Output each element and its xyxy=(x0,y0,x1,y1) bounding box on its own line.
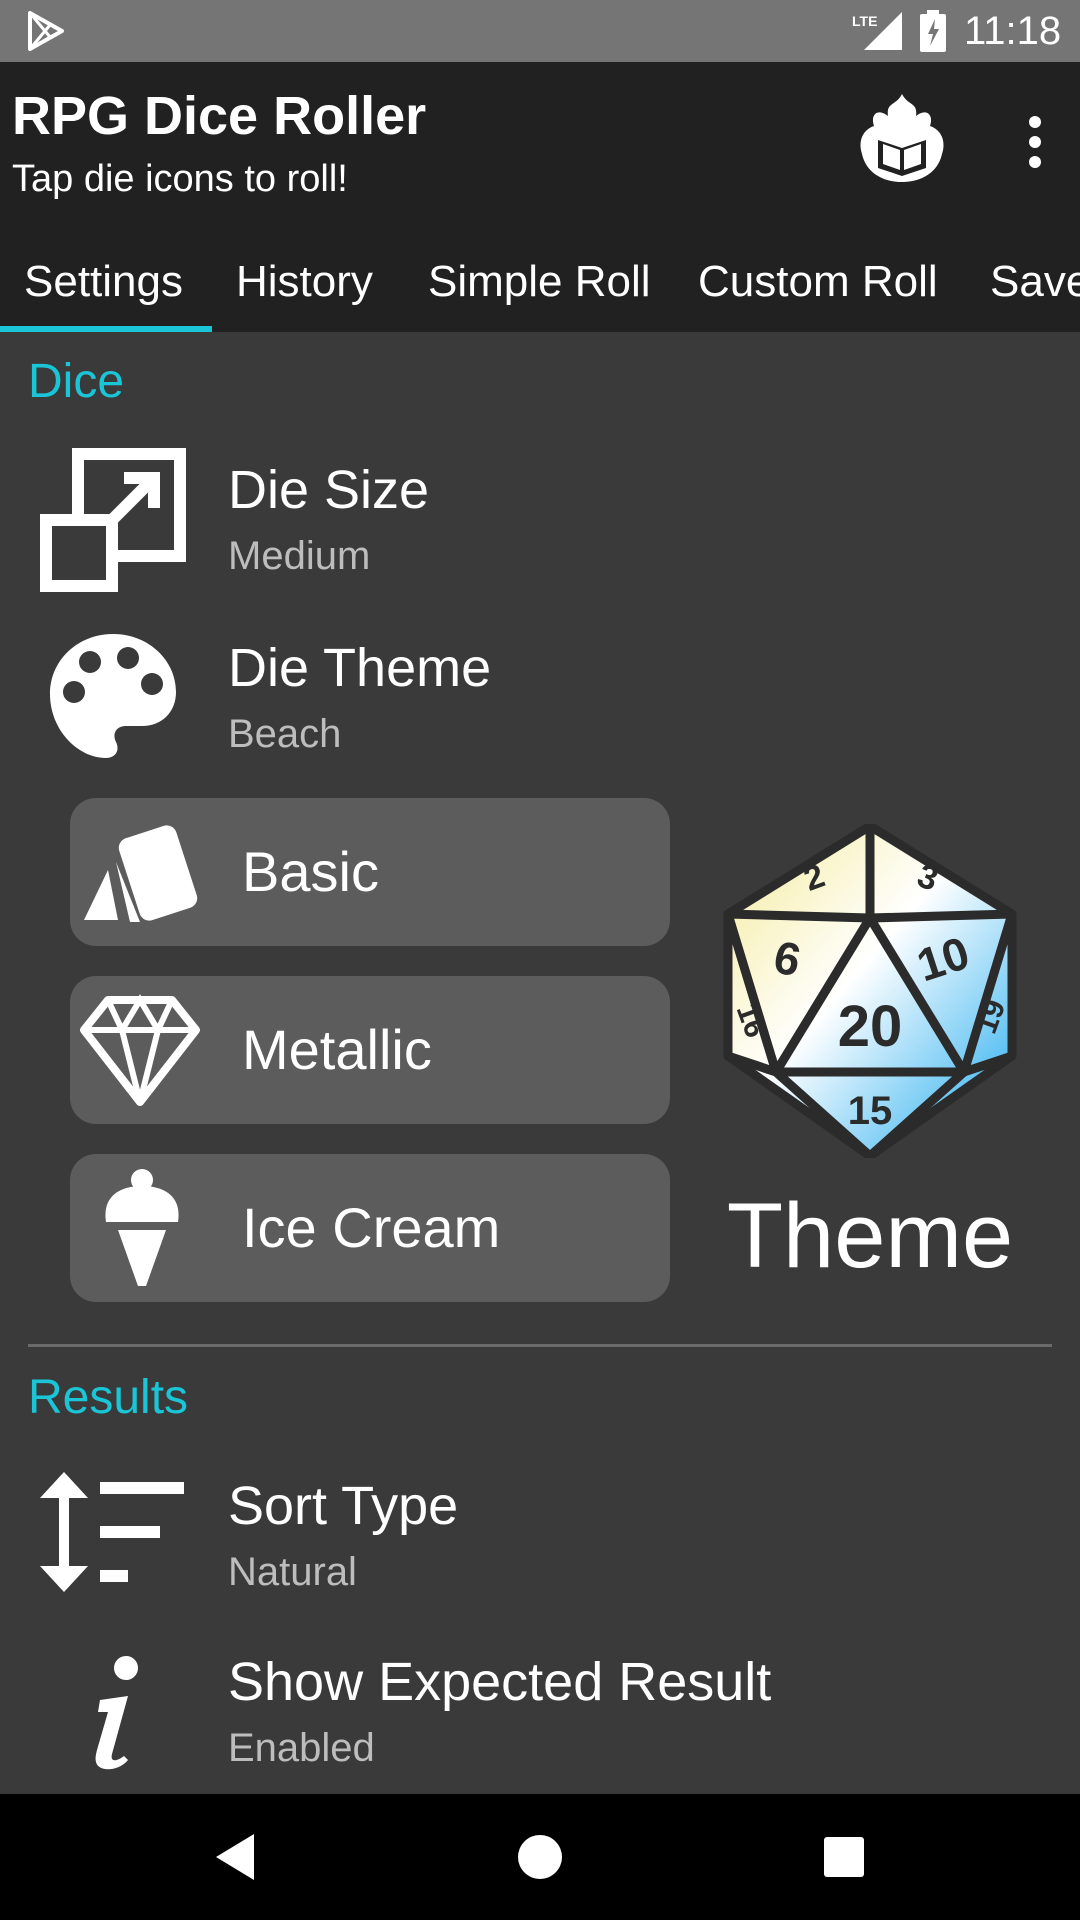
tab-simple-roll[interactable]: Simple Roll xyxy=(428,232,651,332)
app-subtitle: Tap die icons to roll! xyxy=(12,158,348,200)
section-divider xyxy=(28,1344,1052,1347)
die-size-title: Die Size xyxy=(228,460,430,520)
theme-button-basic[interactable]: Basic xyxy=(70,798,670,946)
d20-theme-preview-icon[interactable]: 2 3 6 10 16 20 19 15 xyxy=(722,824,1018,1158)
sort-icon xyxy=(40,1472,184,1592)
recents-icon[interactable] xyxy=(809,1822,879,1892)
theme-button-metallic[interactable]: Metallic xyxy=(70,976,670,1124)
tab-save[interactable]: Save xyxy=(990,232,1080,332)
die-number: 15 xyxy=(848,1089,893,1133)
theme-button-ice-cream[interactable]: Ice Cream xyxy=(70,1154,670,1302)
network-label: LTE xyxy=(852,13,877,29)
settings-list[interactable]: Dice Die Size Medium Die Theme Beach Bas… xyxy=(0,332,1080,1794)
die-theme-title: Die Theme xyxy=(228,638,492,698)
ice-cream-icon xyxy=(105,1169,179,1286)
cards-icon xyxy=(84,825,198,922)
info-icon xyxy=(95,1656,138,1770)
tab-history[interactable]: History xyxy=(236,232,373,332)
theme-button-metallic-label: Metallic xyxy=(242,1018,432,1081)
theme-preview-label: Theme xyxy=(726,1185,1014,1287)
home-icon[interactable] xyxy=(505,1822,575,1892)
diamond-icon xyxy=(80,994,200,1106)
status-bar: LTE 11:18 xyxy=(0,0,1080,62)
resize-icon xyxy=(40,448,186,592)
navigation-bar xyxy=(0,1794,1080,1920)
battery-charging-icon xyxy=(920,10,946,52)
die-theme-summary: Beach xyxy=(228,712,342,756)
status-clock: 11:18 xyxy=(964,9,1062,53)
section-header-dice: Dice xyxy=(28,355,125,408)
back-icon[interactable] xyxy=(200,1822,270,1892)
tab-settings[interactable]: Settings xyxy=(24,232,183,332)
show-expected-result-summary: Enabled xyxy=(228,1726,375,1770)
palette-icon xyxy=(50,634,176,758)
sort-type-title: Sort Type xyxy=(228,1476,459,1536)
play-store-icon xyxy=(28,11,64,51)
tab-custom-roll[interactable]: Custom Roll xyxy=(698,232,938,332)
tab-bar: Settings History Simple Roll Custom Roll… xyxy=(0,232,1080,332)
sort-type-summary: Natural xyxy=(228,1550,357,1594)
brand-flame-book-icon[interactable] xyxy=(856,92,948,184)
die-number: 20 xyxy=(838,994,903,1059)
section-header-results: Results xyxy=(28,1371,189,1424)
theme-button-ice-cream-label: Ice Cream xyxy=(242,1196,501,1259)
signal-icon: LTE xyxy=(852,12,902,50)
show-expected-result-title: Show Expected Result xyxy=(228,1652,772,1712)
theme-button-basic-label: Basic xyxy=(242,840,379,903)
app-title: RPG Dice Roller xyxy=(12,86,427,146)
die-size-summary: Medium xyxy=(228,534,371,578)
app-bar: RPG Dice Roller Tap die icons to roll! S… xyxy=(0,62,1080,332)
overflow-menu-icon[interactable] xyxy=(1016,112,1054,172)
